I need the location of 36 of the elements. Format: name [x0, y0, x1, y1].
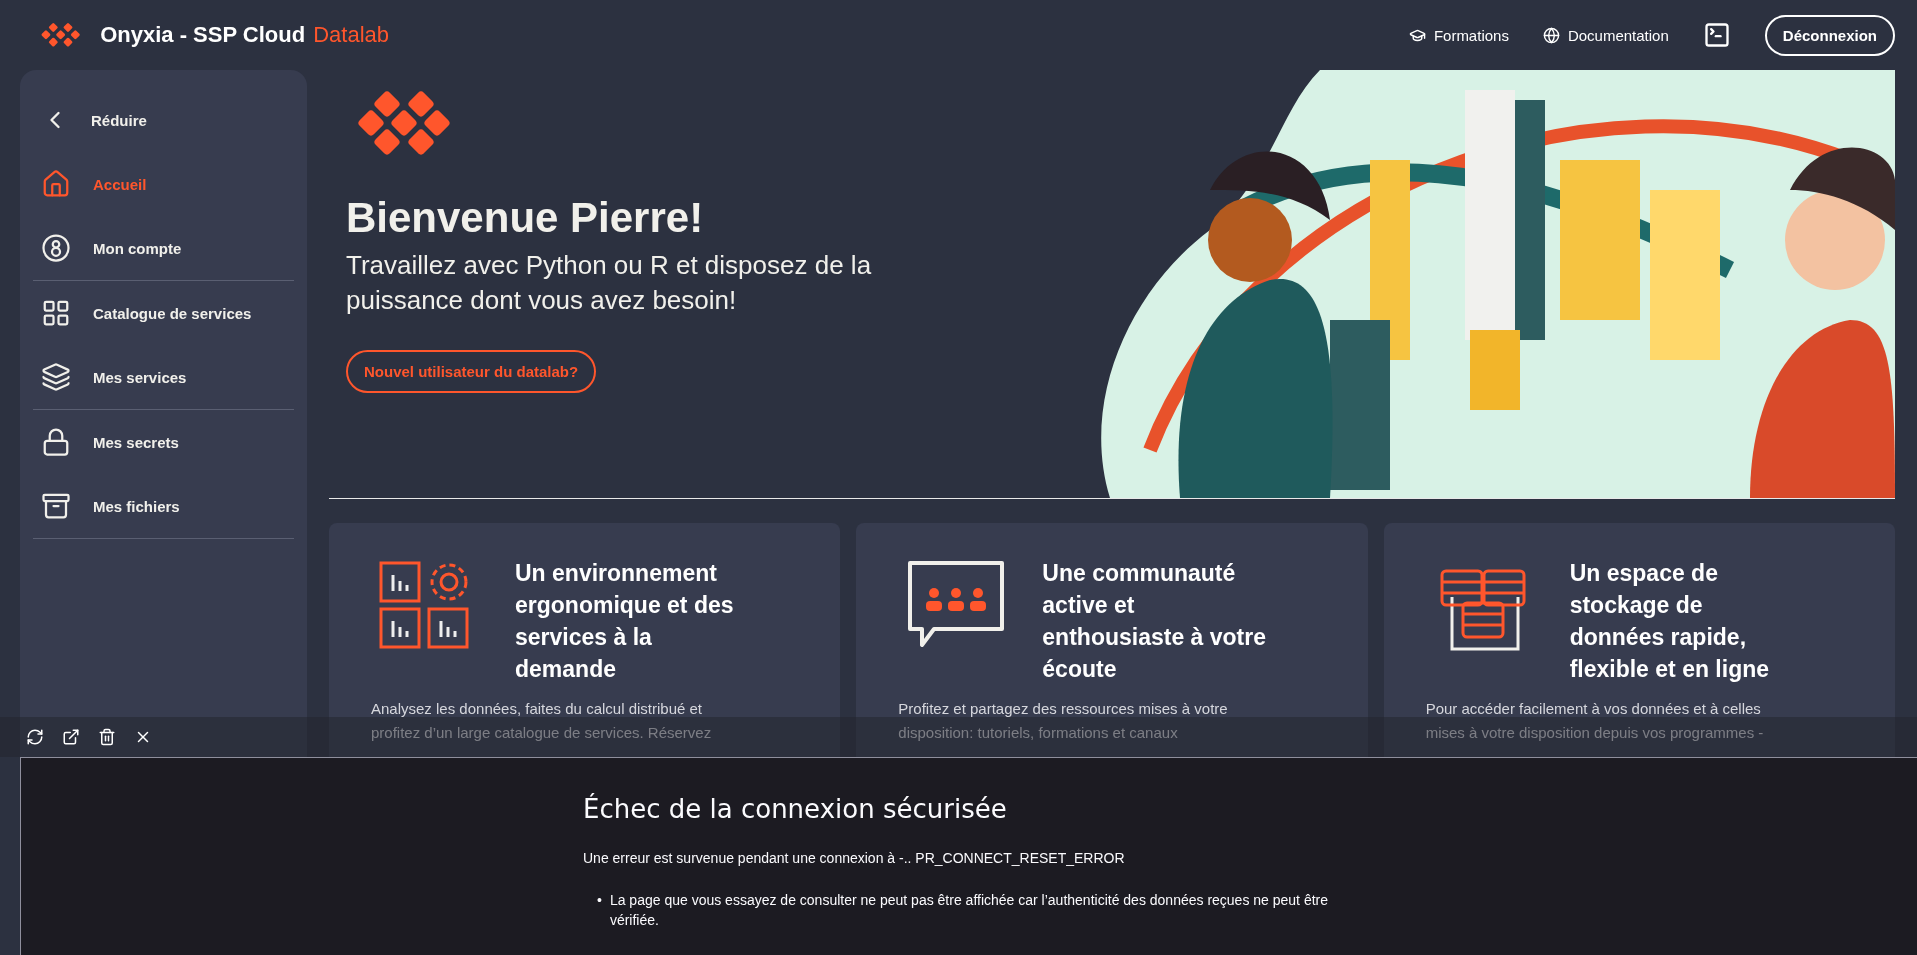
collapse-button[interactable]: Réduire: [29, 88, 298, 152]
card-title: Un espace de stockage de données rapide, flexible et en ligne: [1569, 559, 1771, 684]
app-title: Onyxia - SSP Cloud: [100, 22, 306, 48]
home-icon: [41, 169, 71, 199]
sidebar-item[interactable]: Catalogue de services: [29, 281, 298, 345]
welcome-subtitle: Travaillez avec Python ou R et disposez de la puissance dont vous avez besoin!: [346, 249, 873, 317]
sidebar-item[interactable]: Mes secrets: [29, 410, 298, 474]
error-detail: La page que vous essayez de consulter ne peut pas être affichée car l’authenticité des données reçues ne peut être vérifiée.: [609, 891, 1330, 930]
bullet-marker: •: [597, 891, 602, 910]
drawer-icon: [41, 491, 71, 521]
new-user-button[interactable]: Nouvel utilisateur du datalab?: [346, 350, 597, 393]
card-description: Profitez et partagez des ressources mises à votre disposition: tutoriels, formations et canaux: [898, 699, 1229, 743]
sidebar-item[interactable]: Mes fichiers: [29, 474, 298, 538]
welcome-title: Bienvenue Pierre!: [346, 194, 704, 242]
sidebar-item[interactable]: Mes services: [29, 345, 298, 409]
card-title: Un environnement ergonomique et des services à la demande: [515, 559, 735, 684]
account-icon: [41, 233, 71, 263]
header-link[interactable]: Formations: [1408, 26, 1509, 44]
card-description: Pour accéder facilement à vos données et à celles mises à votre disposition depuis vos programmes -: [1425, 699, 1765, 743]
globe-icon: [1542, 26, 1560, 44]
grid-icon: [41, 298, 71, 328]
trash-icon: [98, 728, 116, 746]
terminal-icon: [1702, 21, 1731, 49]
terminal-button[interactable]: [1702, 21, 1731, 49]
error-title: Échec de la connexion sécurisée: [583, 794, 1008, 824]
external-link-icon: [62, 728, 80, 746]
logout-button[interactable]: Déconnexion: [1764, 14, 1895, 56]
card-title: Une communauté active et enthousiaste à votre écoute: [1042, 559, 1267, 684]
app-title-accent: Datalab: [313, 22, 389, 48]
error-message: Une erreur est survenue pendant une connexion à -.. PR_CONNECT_RESET_ERROR: [583, 850, 1126, 866]
refresh-icon: [26, 728, 44, 746]
lock-icon: [41, 427, 71, 457]
layers-icon: [41, 362, 71, 392]
sidebar-item[interactable]: Mon compte: [29, 216, 298, 280]
header-link[interactable]: Documentation: [1542, 26, 1669, 44]
card-description: Analysez les données, faites du calcul distribué et profitez d’un large catalogue de services. Réservez: [371, 699, 713, 743]
